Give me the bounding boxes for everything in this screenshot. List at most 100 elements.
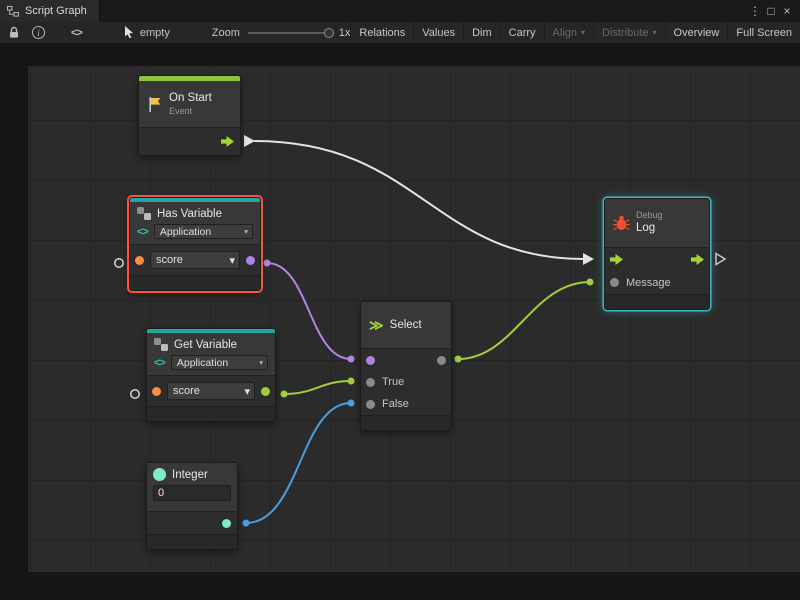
port-condition-input[interactable] [366,356,375,365]
kebab-menu-icon[interactable]: ⋮ [747,0,763,22]
port-true-input[interactable] [366,378,375,387]
node-title: On Start [169,91,212,105]
dropdown-caret-icon: ▾ [259,358,263,367]
dropdown-caret-icon: ▾ [244,227,248,236]
flow-input-port[interactable] [610,254,623,265]
tab-script-graph[interactable]: Script Graph [0,0,100,22]
node-select[interactable]: ≫ Select True False [360,301,452,431]
node-integer[interactable]: Integer 0 [146,462,238,550]
port-bool-output[interactable] [246,256,255,265]
flag-icon [147,96,163,113]
node-has-variable[interactable]: Has Variable <> Application ▾ score ▾ [129,197,261,291]
code-view-icon[interactable]: <> [71,27,82,39]
variable-kind-icon: <> [137,226,148,238]
pointer-icon [124,26,135,39]
chevron-down-icon: ▾ [581,28,585,37]
dropdown-caret-icon: ▾ [229,254,235,267]
port-label: False [382,398,409,410]
zoom-slider-knob[interactable] [324,28,334,38]
port-name-input[interactable] [152,387,161,396]
node-footer [130,276,260,290]
window-controls: ⋮ □ × [747,0,800,22]
toolbar-button-values[interactable]: Values [413,22,463,44]
port-selection-output[interactable] [437,356,446,365]
variables-icon [137,207,151,220]
toolbar-button-relations[interactable]: Relations [350,22,413,44]
port-label: True [382,376,404,388]
node-title: Log [636,221,663,235]
node-header[interactable]: Debug Log [605,199,709,247]
variables-icon [154,338,168,351]
info-icon[interactable]: i [32,26,45,39]
port-row: Message [605,271,709,294]
maximize-icon[interactable]: □ [763,0,779,22]
node-group: Debug [636,210,663,221]
close-icon[interactable]: × [779,0,795,22]
select-icon: ≫ [369,318,384,332]
toolbar-buttons: Relations Values Dim Carry Align ▾ Distr… [350,22,800,44]
port-name-input[interactable] [135,256,144,265]
zoom-label: Zoom [212,27,240,39]
port-row: False [361,393,451,415]
zoom-slider[interactable] [248,22,333,44]
zoom-value: 1x [339,27,351,39]
toolbar-button-overview[interactable]: Overview [665,22,728,44]
port-row: score ▾ [130,245,260,275]
variable-name-dropdown[interactable]: score ▾ [150,251,240,269]
port-label: Message [626,277,671,289]
node-footer [147,535,237,549]
inspect-label: empty [140,27,170,39]
chevron-down-icon: ▾ [653,28,657,37]
node-header[interactable]: Integer 0 [147,463,237,511]
integer-icon [153,468,166,481]
toolbar-button-fullscreen[interactable]: Full Screen [727,22,800,44]
node-on-start[interactable]: On Start Event [138,75,241,156]
port-row: score ▾ [147,376,275,406]
port-row [361,349,451,371]
port-message-input[interactable] [610,278,619,287]
node-footer [361,416,451,430]
node-header[interactable]: Get Variable <> Application ▾ [147,333,275,375]
node-title: Get Variable [174,339,237,351]
lock-icon[interactable] [8,26,20,39]
graph-canvas[interactable]: On Start Event Has Variable <> [0,44,800,600]
script-graph-window: Script Graph ⋮ □ × i <> empty Zoom [0,0,800,600]
node-footer [605,295,709,309]
port-value-output[interactable] [222,519,231,528]
scope-dropdown[interactable]: Application ▾ [171,355,268,370]
graph-toolbar: i <> empty Zoom 1x Relations Values Dim … [0,22,800,44]
variable-name-dropdown[interactable]: score ▾ [167,382,255,400]
port-false-input[interactable] [366,400,375,409]
toolbar-button-dim[interactable]: Dim [463,22,500,44]
node-header[interactable]: On Start Event [139,81,240,127]
node-footer [147,407,275,421]
inspect-target[interactable]: empty [124,26,170,39]
node-debug-log[interactable]: Debug Log Message [604,198,710,310]
node-header[interactable]: ≫ Select [361,302,451,348]
port-row [605,248,709,271]
port-row [139,127,240,155]
bug-icon [613,215,630,231]
variable-kind-icon: <> [154,357,165,369]
node-title: Integer [172,469,208,481]
node-get-variable[interactable]: Get Variable <> Application ▾ score ▾ [146,328,276,422]
node-title: Has Variable [157,208,222,220]
dropdown-caret-icon: ▾ [244,385,250,398]
port-row: True [361,371,451,393]
node-subtitle: Event [169,106,212,117]
node-header[interactable]: Has Variable <> Application ▾ [130,202,260,244]
node-title: Select [390,319,422,331]
port-row [147,511,237,535]
script-graph-icon [7,6,19,17]
integer-value-input[interactable]: 0 [153,485,231,501]
scope-dropdown[interactable]: Application ▾ [154,224,253,239]
port-value-output[interactable] [261,387,270,396]
title-bar: Script Graph ⋮ □ × [0,0,800,22]
tab-title: Script Graph [25,5,87,17]
toolbar-button-distribute[interactable]: Distribute ▾ [593,22,664,44]
zoom-slider-track [248,32,333,34]
flow-output-port[interactable] [691,254,704,265]
flow-output-port[interactable] [221,136,234,147]
toolbar-button-align[interactable]: Align ▾ [544,22,593,44]
toolbar-button-carry[interactable]: Carry [500,22,544,44]
